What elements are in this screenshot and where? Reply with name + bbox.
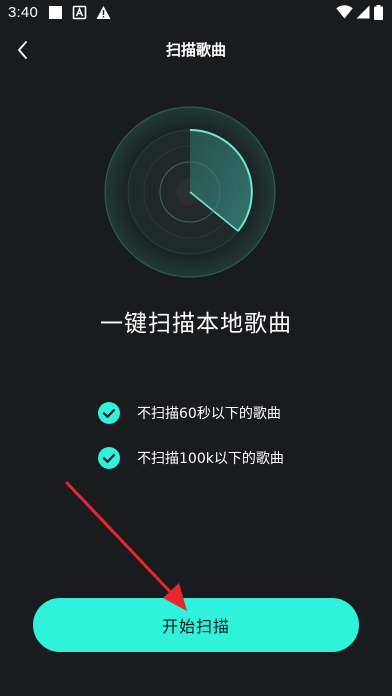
battery-icon: [374, 5, 383, 20]
start-scan-button[interactable]: 开始扫描: [33, 598, 359, 652]
scan-heading: 一键扫描本地歌曲: [100, 311, 292, 337]
start-scan-label: 开始扫描: [161, 617, 230, 636]
option-label: 不扫描60秒以下的歌曲: [137, 406, 281, 422]
wifi-icon: [336, 5, 353, 19]
status-time: 3:40: [8, 4, 38, 21]
scan-songs-screen: 3:40 扫描歌曲 一键扫描本地歌曲 不扫描60秒以下的歌曲 不扫描100k以下…: [0, 0, 392, 696]
text-a-icon: [72, 5, 87, 20]
annotation-arrow: [65, 481, 187, 611]
option-label: 不扫描100k以下的歌曲: [137, 451, 284, 467]
option-skip-small-files[interactable]: 不扫描100k以下的歌曲: [98, 446, 284, 470]
warning-icon: [96, 6, 111, 19]
page-title: 扫描歌曲: [165, 41, 226, 59]
signal-icon: [356, 5, 370, 19]
check-circle-icon[interactable]: [98, 447, 120, 469]
status-bar: 3:40: [0, 0, 392, 26]
header: 扫描歌曲: [0, 26, 392, 74]
option-skip-short-songs[interactable]: 不扫描60秒以下的歌曲: [98, 401, 281, 425]
check-circle-icon[interactable]: [98, 402, 120, 424]
radar-scan-icon: [104, 106, 276, 278]
notification-square-icon: [49, 6, 62, 19]
